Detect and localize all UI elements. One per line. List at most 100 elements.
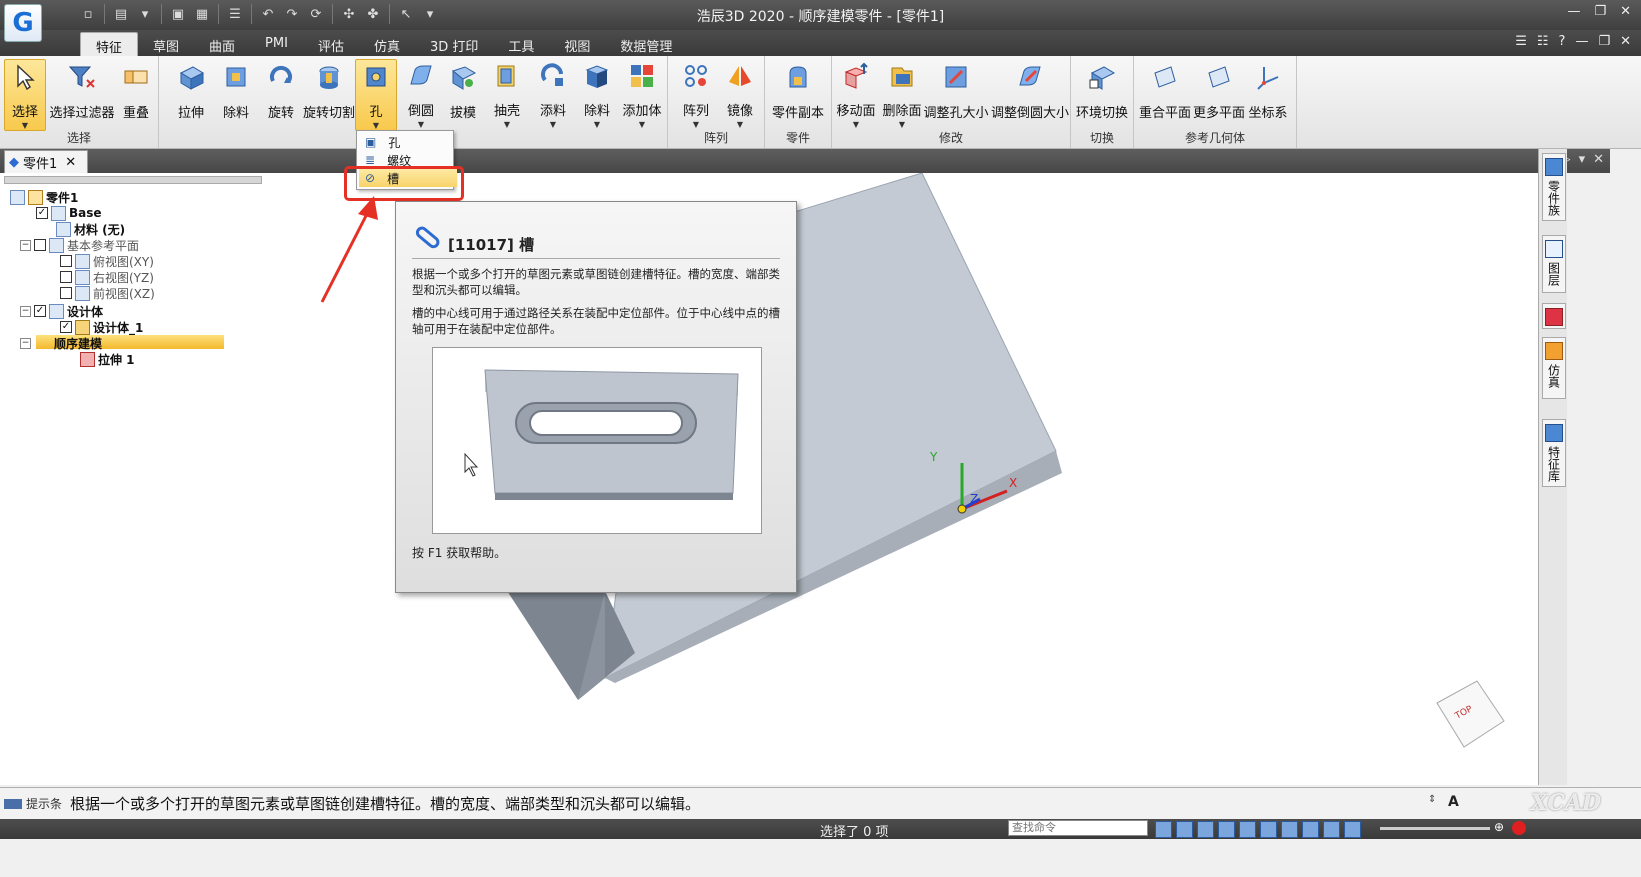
tree-item-root[interactable]: 零件1 [10,189,78,205]
record-icon[interactable] [1512,821,1526,835]
overlap-button[interactable]: 重叠 [118,59,154,129]
collapse-icon[interactable]: − [20,239,31,251]
zoom-icon[interactable] [1197,821,1214,838]
tree-item-design-body[interactable]: − ✓ 设计体 [20,303,103,319]
ribbon-minimize-icon[interactable]: — [1575,34,1588,49]
fit-icon[interactable] [1218,821,1235,838]
tree-item-base[interactable]: ✓ Base [36,205,102,221]
tab-data-management[interactable]: 数据管理 [605,32,687,56]
layout-b-icon[interactable]: ☷ [1537,34,1549,49]
resize-round-button[interactable]: 调整倒圆大小 [991,59,1069,129]
help-icon[interactable]: ? [1559,34,1566,49]
extrude-button[interactable]: 拉伸 [171,59,211,129]
tree-item-plane-front[interactable]: 前视图(XZ) [60,285,155,301]
tree-item-ref-planes[interactable]: − 基本参考平面 [20,237,139,253]
app-logo[interactable]: G [4,4,42,42]
part-copy-button[interactable]: 零件副本 [771,59,825,129]
ribbon-restore-icon[interactable]: ❐ [1598,34,1610,49]
restore-icon[interactable]: ❐ [1594,4,1606,19]
dock-tab-color[interactable] [1542,303,1566,329]
cut-button[interactable]: 除料 [216,59,256,129]
tree-item-design-body-1[interactable]: ✓ 设计体_1 [60,319,143,335]
tree-item-plane-right[interactable]: 右视图(YZ) [60,269,154,285]
delete-face-button[interactable]: 删除面 ▼ [882,59,922,129]
revolve-button[interactable]: 旋转 [261,59,301,129]
select-button[interactable]: 选择 ▼ [4,59,46,131]
tab-feature[interactable]: 特征 [80,32,139,57]
minimize-icon[interactable]: — [1567,4,1580,19]
properties-icon[interactable]: ☰ [225,4,245,24]
tree-item-plane-top[interactable]: 俯视图(XY) [60,253,154,269]
checkbox-checked[interactable]: ✓ [60,321,72,333]
shell-button[interactable]: 抽壳 ▼ [487,59,527,129]
command-search-input[interactable] [1008,820,1148,836]
add-button[interactable]: 添料 ▼ [533,59,573,129]
tab-simulation[interactable]: 仿真 [359,32,415,56]
select-arrow-icon[interactable]: ↖ [396,4,416,24]
more-planes-button[interactable]: 更多平面 [1193,59,1245,129]
close-icon[interactable]: ✕ [1620,4,1631,19]
redo-icon[interactable]: ↷ [282,4,302,24]
zoom-in-icon[interactable]: ⊕ [1494,820,1504,834]
tree-item-extrude-1[interactable]: 拉伸 1 [80,351,135,367]
mirror-button[interactable]: 镜像 ▼ [720,59,760,129]
round-button[interactable]: 倒圆 ▼ [401,59,441,129]
document-tab[interactable]: ◆ 零件1 ✕ [4,150,88,174]
collapse-icon[interactable]: − [20,305,31,317]
pan-icon[interactable] [1239,821,1256,838]
view-arrow-icon[interactable] [1155,821,1172,838]
zoom-slider[interactable] [1380,827,1490,830]
font-size-icon[interactable]: A [1448,794,1459,810]
menu-item-hole[interactable]: ▣ 孔 [359,133,457,151]
move-face-button[interactable]: 移动面 ▼ [836,59,876,129]
dock-tab-simulation[interactable]: 仿真 [1542,337,1566,399]
repeat-icon[interactable]: ⟳ [306,4,326,24]
tab-sketch[interactable]: 草图 [138,32,194,56]
layout-a-icon[interactable]: ☰ [1515,34,1527,49]
undo-icon[interactable]: ↶ [258,4,278,24]
tool-b-icon[interactable]: ✤ [363,4,383,24]
revolve-cut-button[interactable]: 旋转切割 [301,59,357,129]
new-file-icon[interactable]: ▫ [78,4,98,24]
checkbox-unchecked[interactable] [60,287,72,299]
add-body-button[interactable]: 添加体 ▼ [619,59,665,129]
tab-view[interactable]: 视图 [549,32,605,56]
checkbox-unchecked[interactable] [60,255,72,267]
doc-list-icon[interactable]: ▾ [1579,152,1586,167]
resize-hole-button[interactable]: 调整孔大小 [924,59,989,129]
collapse-icon[interactable]: − [20,337,31,349]
tree-resize-handle[interactable] [4,176,262,184]
open-recent-icon[interactable]: ▾ [135,4,155,24]
save-as-icon[interactable]: ▦ [192,4,212,24]
tab-surface[interactable]: 曲面 [194,32,250,56]
dock-tab-layers[interactable]: 图层 [1542,235,1566,293]
checkbox-checked[interactable]: ✓ [34,305,46,317]
draft-button[interactable]: 拔模 [443,59,483,129]
zoom-area-icon[interactable] [1176,821,1193,838]
tool-a-icon[interactable]: ✣ [339,4,359,24]
customize-qat-icon[interactable]: ▾ [420,4,440,24]
coincident-plane-button[interactable]: 重合平面 [1139,59,1191,129]
hole-button[interactable]: 孔 ▼ [355,59,397,131]
env-switch-button[interactable]: 环境切换 [1076,59,1128,129]
close-doc-icon[interactable]: ✕ [65,155,76,170]
tree-item-material[interactable]: 材料 (无) [56,221,125,237]
tree-item-seq-model[interactable]: − 顺序建模 [20,335,102,351]
tab-pmi[interactable]: PMI [250,32,303,56]
section-icon[interactable] [1344,821,1361,838]
rotate-icon[interactable] [1260,821,1277,838]
open-file-icon[interactable]: ▤ [111,4,131,24]
checkbox-unchecked[interactable] [60,271,72,283]
checkbox-unchecked[interactable] [34,239,46,251]
checkbox-checked[interactable]: ✓ [36,207,48,219]
dock-tab-feature-library[interactable]: 特征库 [1542,419,1566,487]
ribbon-close-icon[interactable]: ✕ [1620,34,1631,49]
array-button[interactable]: 阵列 ▼ [676,59,716,129]
shading-icon[interactable] [1302,821,1319,838]
tab-3d-print[interactable]: 3D 打印 [415,32,493,56]
select-filter-button[interactable]: 选择过滤器 [50,59,115,129]
tab-evaluate[interactable]: 评估 [303,32,359,56]
prompt-scroll-icon[interactable]: ⇕ [1428,794,1436,805]
coordinate-system-button[interactable]: 坐标系 [1248,59,1288,129]
tab-tools[interactable]: 工具 [493,32,549,56]
